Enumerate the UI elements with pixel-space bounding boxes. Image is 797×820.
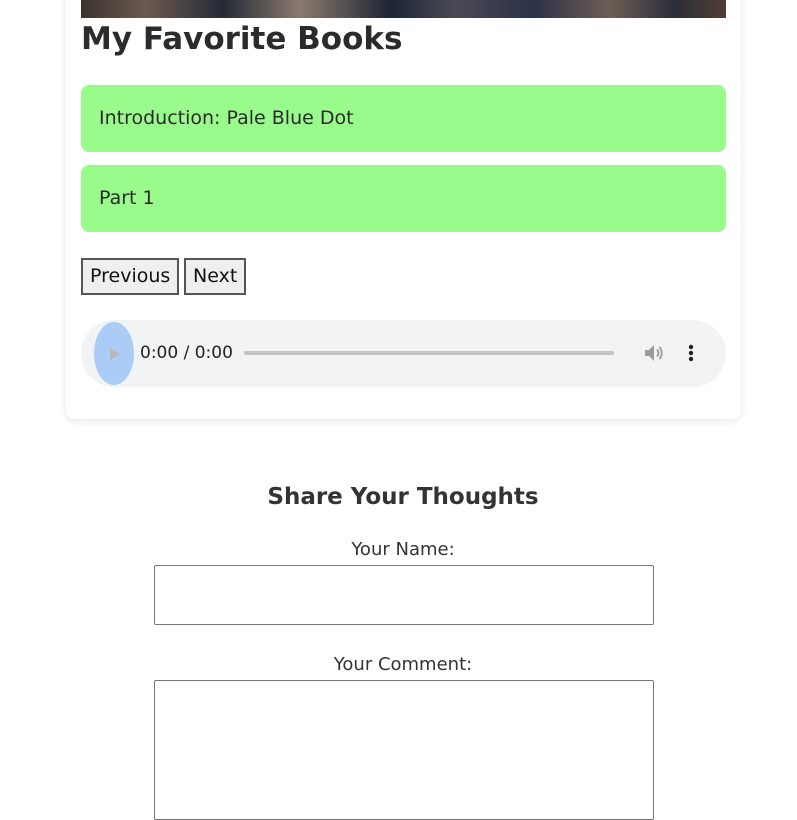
- comment-label: Your Comment:: [333, 654, 473, 675]
- time-display: 0:00 / 0:00: [140, 343, 233, 363]
- more-options-icon[interactable]: [684, 342, 698, 364]
- audio-player: 0:00 / 0:00: [81, 320, 726, 387]
- progress-slider[interactable]: [244, 351, 614, 355]
- previous-button[interactable]: Previous: [81, 258, 180, 295]
- chapter-item-introduction[interactable]: Introduction: Pale Blue Dot: [81, 85, 726, 152]
- comment-textarea[interactable]: [154, 680, 654, 820]
- play-icon: [110, 348, 120, 360]
- volume-icon[interactable]: [643, 342, 665, 364]
- chapter-item-part-1[interactable]: Part 1: [81, 165, 726, 232]
- name-input[interactable]: [154, 565, 654, 625]
- next-button[interactable]: Next: [184, 258, 247, 295]
- book-cover-image: [81, 0, 726, 18]
- page-title: My Favorite Books: [81, 21, 403, 57]
- play-button[interactable]: [94, 322, 134, 385]
- name-label: Your Name:: [351, 539, 455, 560]
- comments-heading: Share Your Thoughts: [267, 484, 539, 510]
